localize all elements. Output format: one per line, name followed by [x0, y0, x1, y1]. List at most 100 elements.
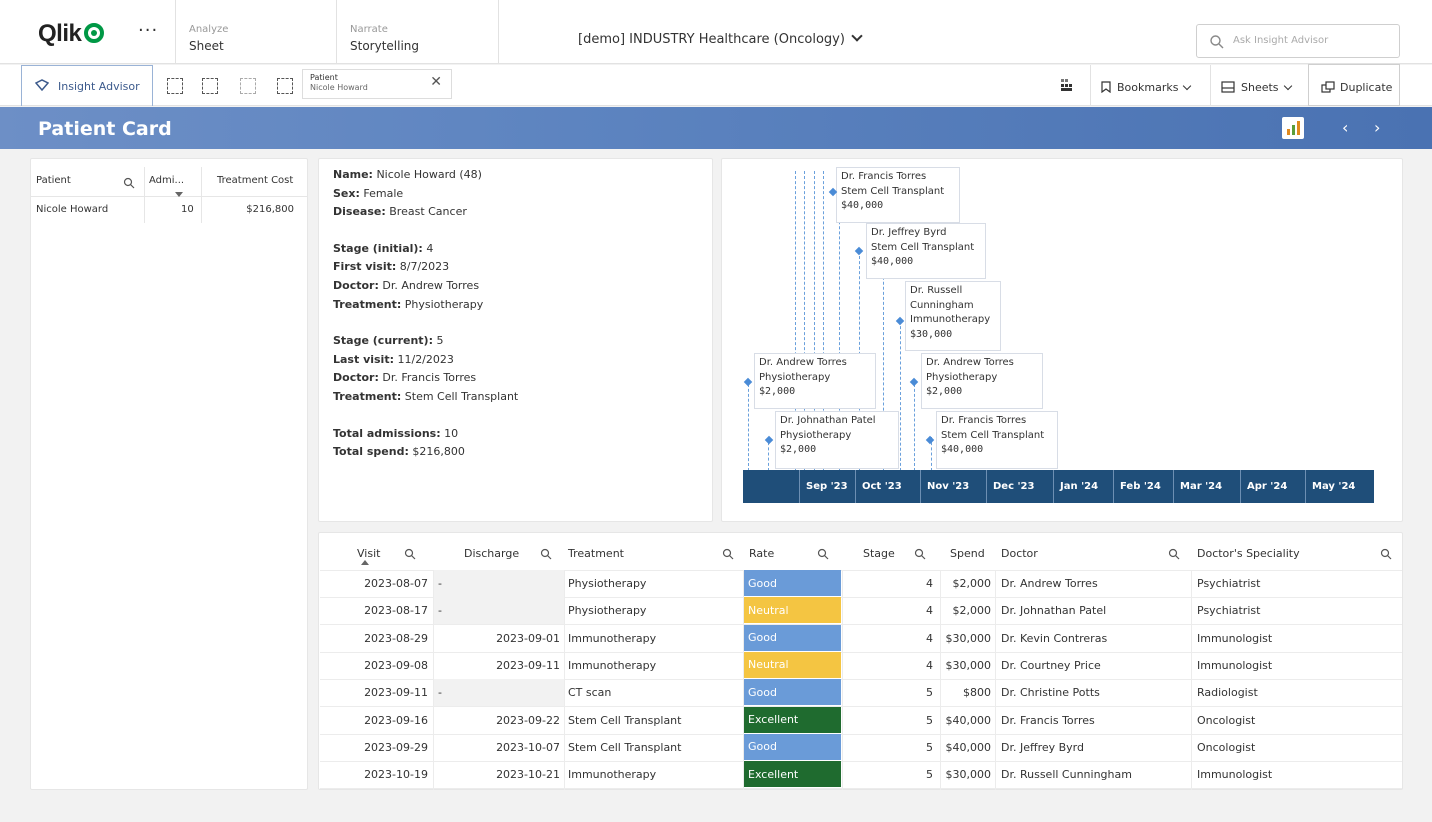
- cell-doctor[interactable]: Dr. Johnathan Patel: [1001, 597, 1106, 624]
- timeline-event-card[interactable]: Dr. Andrew Torres Physiotherapy $2,000: [754, 353, 876, 409]
- cell-stage[interactable]: 4: [843, 652, 933, 679]
- cell-spend[interactable]: $30,000: [941, 761, 992, 788]
- cell-treatment[interactable]: Stem Cell Transplant: [568, 707, 681, 734]
- clear-selections-icon[interactable]: [277, 78, 293, 94]
- cell-rate[interactable]: Good: [744, 679, 841, 706]
- cell-discharge[interactable]: -: [434, 570, 564, 597]
- cell-discharge[interactable]: -: [434, 597, 564, 625]
- cell-stage[interactable]: 5: [843, 734, 933, 761]
- timeline-event-card[interactable]: Dr. Johnathan Patel Physiotherapy $2,000: [775, 411, 899, 469]
- smart-search-icon[interactable]: [167, 78, 183, 94]
- cell-spend[interactable]: $40,000: [941, 707, 992, 734]
- duplicate-button[interactable]: Duplicate: [1308, 64, 1400, 106]
- search-icon[interactable]: [722, 548, 734, 560]
- cell-visit[interactable]: 2023-09-29: [320, 734, 428, 761]
- close-icon[interactable]: ✕: [430, 75, 442, 89]
- cell-doctor[interactable]: Dr. Courtney Price: [1001, 652, 1101, 679]
- search-icon[interactable]: [404, 548, 416, 560]
- cell-treatment[interactable]: Physiotherapy: [568, 597, 646, 624]
- search-icon[interactable]: [817, 548, 829, 560]
- timeline-event-card[interactable]: Dr. Francis Torres Stem Cell Transplant $4…: [936, 411, 1058, 469]
- timeline-event-card[interactable]: Dr. Andrew Torres Physiotherapy $2,000: [921, 353, 1043, 409]
- timeline-event-marker[interactable]: [909, 377, 919, 387]
- search-icon[interactable]: [1168, 548, 1180, 560]
- cell-visit[interactable]: 2023-09-11: [320, 679, 428, 706]
- timeline-event-marker[interactable]: [895, 316, 905, 326]
- header-treatment-cost[interactable]: Treatment Cost: [217, 175, 293, 186]
- cell-rate[interactable]: Neutral: [744, 597, 841, 624]
- cell-patient[interactable]: Nicole Howard: [36, 204, 108, 215]
- cell-rate[interactable]: Excellent: [744, 706, 841, 733]
- cell-visit[interactable]: 2023-09-08: [320, 652, 428, 679]
- cell-spend[interactable]: $40,000: [941, 734, 992, 761]
- tab-analyze[interactable]: Analyze Sheet: [175, 0, 327, 64]
- qlik-logo[interactable]: Qlik: [38, 20, 105, 48]
- cell-treatment[interactable]: Stem Cell Transplant: [568, 734, 681, 761]
- cell-speciality[interactable]: Radiologist: [1197, 679, 1258, 706]
- timeline-event-marker[interactable]: [764, 435, 774, 445]
- cell-rate[interactable]: Good: [744, 733, 841, 760]
- grid-toggle[interactable]: [1055, 65, 1091, 106]
- app-title-dropdown[interactable]: [demo] INDUSTRY Healthcare (Oncology): [578, 30, 863, 47]
- cell-spend[interactable]: $2,000: [941, 597, 992, 624]
- cell-doctor[interactable]: Dr. Jeffrey Byrd: [1001, 734, 1084, 761]
- cell-visit[interactable]: 2023-10-19: [320, 761, 428, 788]
- cell-speciality[interactable]: Oncologist: [1197, 734, 1255, 761]
- cell-discharge[interactable]: 2023-10-07: [434, 734, 560, 761]
- table-row[interactable]: Nicole Howard 10 $216,800: [31, 197, 307, 223]
- step-back-icon[interactable]: [202, 78, 218, 94]
- sheets-button[interactable]: Sheets: [1210, 65, 1308, 106]
- timeline-event-card[interactable]: Dr. Russell Cunningham Immunotherapy $30,0…: [905, 281, 1001, 351]
- insight-advisor-button[interactable]: Insight Advisor: [21, 65, 153, 106]
- header-admissions[interactable]: Admi...: [149, 175, 184, 186]
- cell-visit[interactable]: 2023-09-16: [320, 707, 428, 734]
- cell-treatment[interactable]: Immunotherapy: [568, 761, 656, 788]
- cell-visit[interactable]: 2023-08-29: [320, 625, 428, 652]
- cell-speciality[interactable]: Oncologist: [1197, 707, 1255, 734]
- header-patient[interactable]: Patient: [36, 175, 71, 186]
- timeline-event-card[interactable]: Dr. Francis Torres Stem Cell Transplant $4…: [836, 167, 960, 223]
- search-icon[interactable]: [123, 177, 135, 189]
- cell-stage[interactable]: 5: [843, 761, 933, 788]
- cell-doctor[interactable]: Dr. Andrew Torres: [1001, 570, 1098, 597]
- previous-sheet-button[interactable]: ‹: [1342, 118, 1348, 137]
- tab-narrate[interactable]: Narrate Storytelling: [336, 0, 498, 64]
- selection-chip-patient[interactable]: Patient Nicole Howard ✕: [302, 69, 452, 99]
- cell-speciality[interactable]: Immunologist: [1197, 625, 1272, 652]
- cell-rate[interactable]: Good: [744, 570, 841, 596]
- cell-spend[interactable]: $2,000: [941, 570, 992, 597]
- timeline-event-marker[interactable]: [925, 435, 935, 445]
- timeline-event-card[interactable]: Dr. Jeffrey Byrd Stem Cell Transplant $40,…: [866, 223, 986, 279]
- timeline-event-marker[interactable]: [743, 377, 753, 387]
- cell-speciality[interactable]: Immunologist: [1197, 652, 1272, 679]
- cell-stage[interactable]: 4: [843, 570, 933, 597]
- cell-discharge[interactable]: 2023-09-01: [434, 625, 560, 652]
- cell-spend[interactable]: $30,000: [941, 652, 992, 679]
- cell-doctor[interactable]: Dr. Kevin Contreras: [1001, 625, 1107, 652]
- cell-treatment[interactable]: Immunotherapy: [568, 652, 656, 679]
- cell-doctor[interactable]: Dr. Russell Cunningham: [1001, 761, 1132, 788]
- cell-spend[interactable]: $30,000: [941, 625, 992, 652]
- cell-treatment[interactable]: Physiotherapy: [568, 570, 646, 597]
- cell-visit[interactable]: 2023-08-07: [320, 570, 428, 597]
- cell-stage[interactable]: 4: [843, 625, 933, 652]
- search-icon[interactable]: [540, 548, 552, 560]
- cell-visit[interactable]: 2023-08-17: [320, 597, 428, 624]
- cell-rate[interactable]: Good: [744, 624, 841, 651]
- cell-discharge[interactable]: 2023-10-21: [434, 761, 560, 788]
- cell-treatment[interactable]: CT scan: [568, 679, 611, 706]
- cell-doctor[interactable]: Dr. Francis Torres: [1001, 707, 1095, 734]
- cell-speciality[interactable]: Psychiatrist: [1197, 597, 1260, 624]
- search-icon[interactable]: [1380, 548, 1392, 560]
- timeline-chart[interactable]: Dr. Francis Torres Stem Cell Transplant $4…: [722, 159, 1402, 521]
- cell-spend[interactable]: $800: [941, 679, 991, 706]
- cell-stage[interactable]: 5: [843, 707, 933, 734]
- cell-discharge[interactable]: 2023-09-22: [434, 707, 560, 734]
- more-menu-button[interactable]: ···: [138, 20, 158, 41]
- insight-search-input[interactable]: Ask Insight Advisor: [1196, 24, 1400, 58]
- cell-discharge[interactable]: 2023-09-11: [434, 652, 560, 679]
- cell-speciality[interactable]: Psychiatrist: [1197, 570, 1260, 597]
- timeline-event-marker[interactable]: [854, 246, 864, 256]
- cell-discharge[interactable]: -: [434, 679, 564, 707]
- step-forward-icon[interactable]: [240, 78, 256, 94]
